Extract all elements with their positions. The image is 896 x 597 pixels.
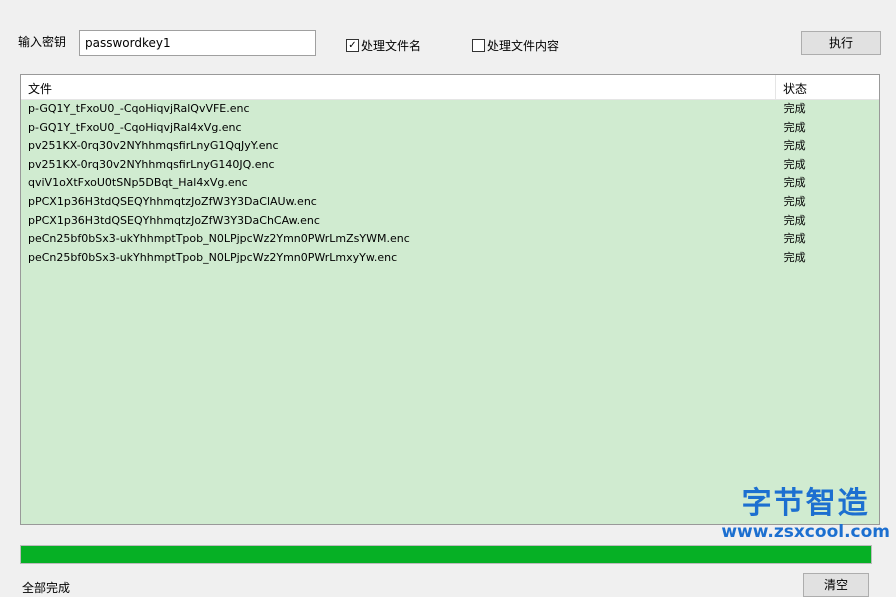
file-list[interactable]: 文件 状态 p-GQ1Y_tFxoU0_-CqoHiqvjRalQvVFE.en…	[20, 74, 880, 525]
key-label: 输入密钥	[18, 35, 67, 49]
watermark-title: 字节智造	[741, 486, 870, 521]
checkbox-label: 处理文件名	[361, 39, 422, 53]
column-header-file[interactable]: 文件	[21, 75, 776, 99]
table-row[interactable]: p-GQ1Y_tFxoU0_-CqoHiqvjRal4xVg.enc 完成	[21, 119, 879, 138]
file-status: 完成	[783, 213, 806, 227]
file-name: pPCX1p36H3tdQSEQYhhmqtzJoZfW3Y3DaChCAw.e…	[28, 213, 320, 227]
clear-button[interactable]: 清空	[803, 573, 869, 597]
file-status: 完成	[783, 250, 806, 264]
file-status: 完成	[783, 194, 806, 208]
list-header: 文件 状态	[21, 75, 879, 100]
checkbox-checked-icon: ✓	[346, 39, 359, 52]
file-status: 完成	[783, 139, 806, 153]
file-name: p-GQ1Y_tFxoU0_-CqoHiqvjRal4xVg.enc	[28, 120, 242, 134]
table-row[interactable]: pv251KX-0rq30v2NYhhmqsfirLnyG1QqJyY.enc 完…	[21, 137, 879, 156]
checkbox-unchecked-icon	[472, 39, 485, 52]
table-row[interactable]: qviV1oXtFxoU0tSNp5DBqt_Hal4xVg.enc 完成	[21, 174, 879, 193]
column-header-status[interactable]: 状态	[776, 75, 872, 99]
watermark: 字节智造 www.zsxcool.com	[721, 478, 890, 542]
file-name: peCn25bf0bSx3-ukYhhmptTpob_N0LPjpcWz2Ymn…	[28, 232, 410, 246]
status-text: 全部完成	[22, 581, 71, 595]
file-name: pv251KX-0rq30v2NYhhmqsfirLnyG140JQ.enc	[28, 157, 275, 171]
table-row[interactable]: p-GQ1Y_tFxoU0_-CqoHiqvjRalQvVFE.enc 完成	[21, 100, 879, 119]
file-status: 完成	[783, 176, 806, 190]
run-button[interactable]: 执行	[801, 31, 881, 55]
process-filename-checkbox[interactable]: ✓ 处理文件名	[346, 37, 421, 54]
checkbox-label: 处理文件内容	[487, 39, 560, 53]
key-input[interactable]	[79, 30, 316, 56]
file-name: peCn25bf0bSx3-ukYhhmptTpob_N0LPjpcWz2Ymn…	[28, 250, 398, 264]
file-name: pPCX1p36H3tdQSEQYhhmqtzJoZfW3Y3DaClAUw.e…	[28, 194, 317, 208]
table-row[interactable]: pPCX1p36H3tdQSEQYhhmqtzJoZfW3Y3DaChCAw.e…	[21, 212, 879, 231]
file-status: 完成	[783, 120, 806, 134]
table-row[interactable]: pPCX1p36H3tdQSEQYhhmqtzJoZfW3Y3DaClAUw.e…	[21, 193, 879, 212]
file-name: qviV1oXtFxoU0tSNp5DBqt_Hal4xVg.enc	[28, 176, 248, 190]
watermark-url: www.zsxcool.com	[721, 522, 890, 542]
progress-bar	[20, 545, 872, 564]
file-status: 完成	[783, 102, 806, 115]
table-row[interactable]: peCn25bf0bSx3-ukYhhmptTpob_N0LPjpcWz2Ymn…	[21, 249, 879, 268]
table-row[interactable]: pv251KX-0rq30v2NYhhmqsfirLnyG140JQ.enc 完成	[21, 156, 879, 175]
table-row[interactable]: peCn25bf0bSx3-ukYhhmptTpob_N0LPjpcWz2Ymn…	[21, 230, 879, 249]
process-content-checkbox[interactable]: 处理文件内容	[472, 37, 559, 54]
file-status: 完成	[783, 157, 806, 171]
file-name: p-GQ1Y_tFxoU0_-CqoHiqvjRalQvVFE.enc	[28, 102, 250, 115]
progress-fill	[21, 546, 871, 563]
file-status: 完成	[783, 232, 806, 246]
file-name: pv251KX-0rq30v2NYhhmqsfirLnyG1QqJyY.enc	[28, 139, 279, 153]
